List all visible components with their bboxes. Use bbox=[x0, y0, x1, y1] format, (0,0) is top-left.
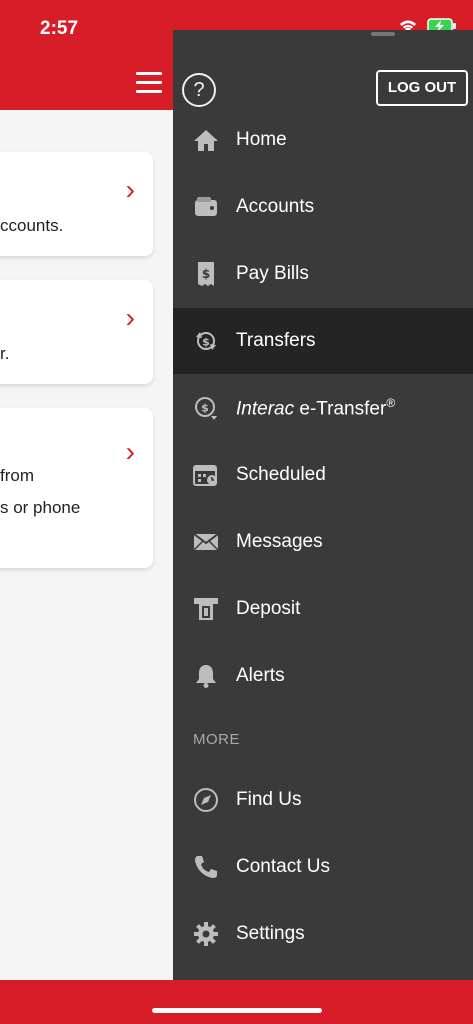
menu-item-interac-e-transfer[interactable]: $ Interac e-Transfer® bbox=[173, 375, 473, 441]
atm-deposit-icon bbox=[193, 596, 219, 622]
menu-item-label: Messages bbox=[236, 531, 323, 552]
logout-button[interactable]: LOG OUT bbox=[376, 70, 468, 106]
menu-item-label: Transfers bbox=[236, 330, 316, 351]
menu-item-messages[interactable]: Messages bbox=[173, 509, 473, 575]
card-3[interactable]: › from s or phone bbox=[0, 408, 153, 568]
menu-item-alerts[interactable]: Alerts bbox=[173, 643, 473, 709]
card-2[interactable]: › r. bbox=[0, 280, 153, 384]
menu-item-contact-us[interactable]: Contact Us bbox=[173, 834, 473, 900]
card-text: r. bbox=[0, 344, 10, 363]
menu-item-label: Contact Us bbox=[236, 856, 330, 877]
drawer-handle bbox=[371, 32, 395, 36]
envelope-icon bbox=[193, 529, 219, 555]
menu-item-label: Deposit bbox=[236, 598, 301, 619]
menu-item-accounts[interactable]: Accounts bbox=[173, 174, 473, 240]
menu-item-label: Find Us bbox=[236, 789, 302, 810]
menu-item-label: Scheduled bbox=[236, 464, 326, 485]
svg-text:$: $ bbox=[202, 336, 210, 349]
bell-icon bbox=[193, 663, 219, 689]
card-1[interactable]: › ccounts. bbox=[0, 152, 153, 256]
transfer-icon: $ bbox=[193, 328, 219, 354]
wallet-icon bbox=[193, 194, 219, 220]
menu-item-label: Interac e-Transfer® bbox=[236, 395, 396, 420]
svg-text:$: $ bbox=[202, 267, 210, 281]
compass-icon bbox=[193, 787, 219, 813]
status-time: 2:57 bbox=[40, 18, 79, 39]
menu-item-label: Alerts bbox=[236, 665, 285, 686]
menu-toggle-button[interactable] bbox=[136, 72, 162, 93]
menu-item-home[interactable]: Home bbox=[173, 107, 473, 173]
menu-item-label: Accounts bbox=[236, 196, 315, 217]
calendar-icon bbox=[193, 462, 219, 488]
card-text: s or phone bbox=[0, 498, 81, 517]
chevron-right-icon: › bbox=[125, 174, 135, 205]
more-section-label: MORE bbox=[193, 731, 240, 748]
phone-icon bbox=[193, 854, 219, 880]
card-text: from bbox=[0, 466, 34, 485]
e-transfer-icon: $ bbox=[193, 395, 219, 421]
bottom-bar bbox=[0, 980, 473, 1024]
navigation-drawer: ? LOG OUT Home Accounts $ Pay Bills $ Tr… bbox=[173, 30, 473, 980]
home-indicator[interactable] bbox=[152, 1008, 322, 1013]
menu-item-settings[interactable]: Settings bbox=[173, 901, 473, 967]
menu-item-pay-bills[interactable]: $ Pay Bills bbox=[173, 241, 473, 307]
svg-text:$: $ bbox=[201, 402, 209, 415]
bill-icon: $ bbox=[193, 261, 219, 287]
menu-item-deposit[interactable]: Deposit bbox=[173, 576, 473, 642]
menu-item-find-us[interactable]: Find Us bbox=[173, 767, 473, 833]
chevron-right-icon: › bbox=[125, 302, 135, 333]
menu-item-transfers[interactable]: $ Transfers bbox=[173, 308, 473, 374]
card-text: ccounts. bbox=[0, 216, 64, 235]
menu-item-label: Settings bbox=[236, 923, 305, 944]
menu-item-label: Home bbox=[236, 129, 287, 150]
help-button[interactable]: ? bbox=[182, 73, 216, 107]
menu-item-label: Pay Bills bbox=[236, 263, 309, 284]
gear-icon bbox=[193, 921, 219, 947]
home-icon bbox=[193, 127, 219, 153]
chevron-right-icon: › bbox=[125, 436, 135, 467]
menu-item-scheduled[interactable]: Scheduled bbox=[173, 442, 473, 508]
main-content: › ccounts. › r. › from s or phone bbox=[0, 110, 173, 980]
